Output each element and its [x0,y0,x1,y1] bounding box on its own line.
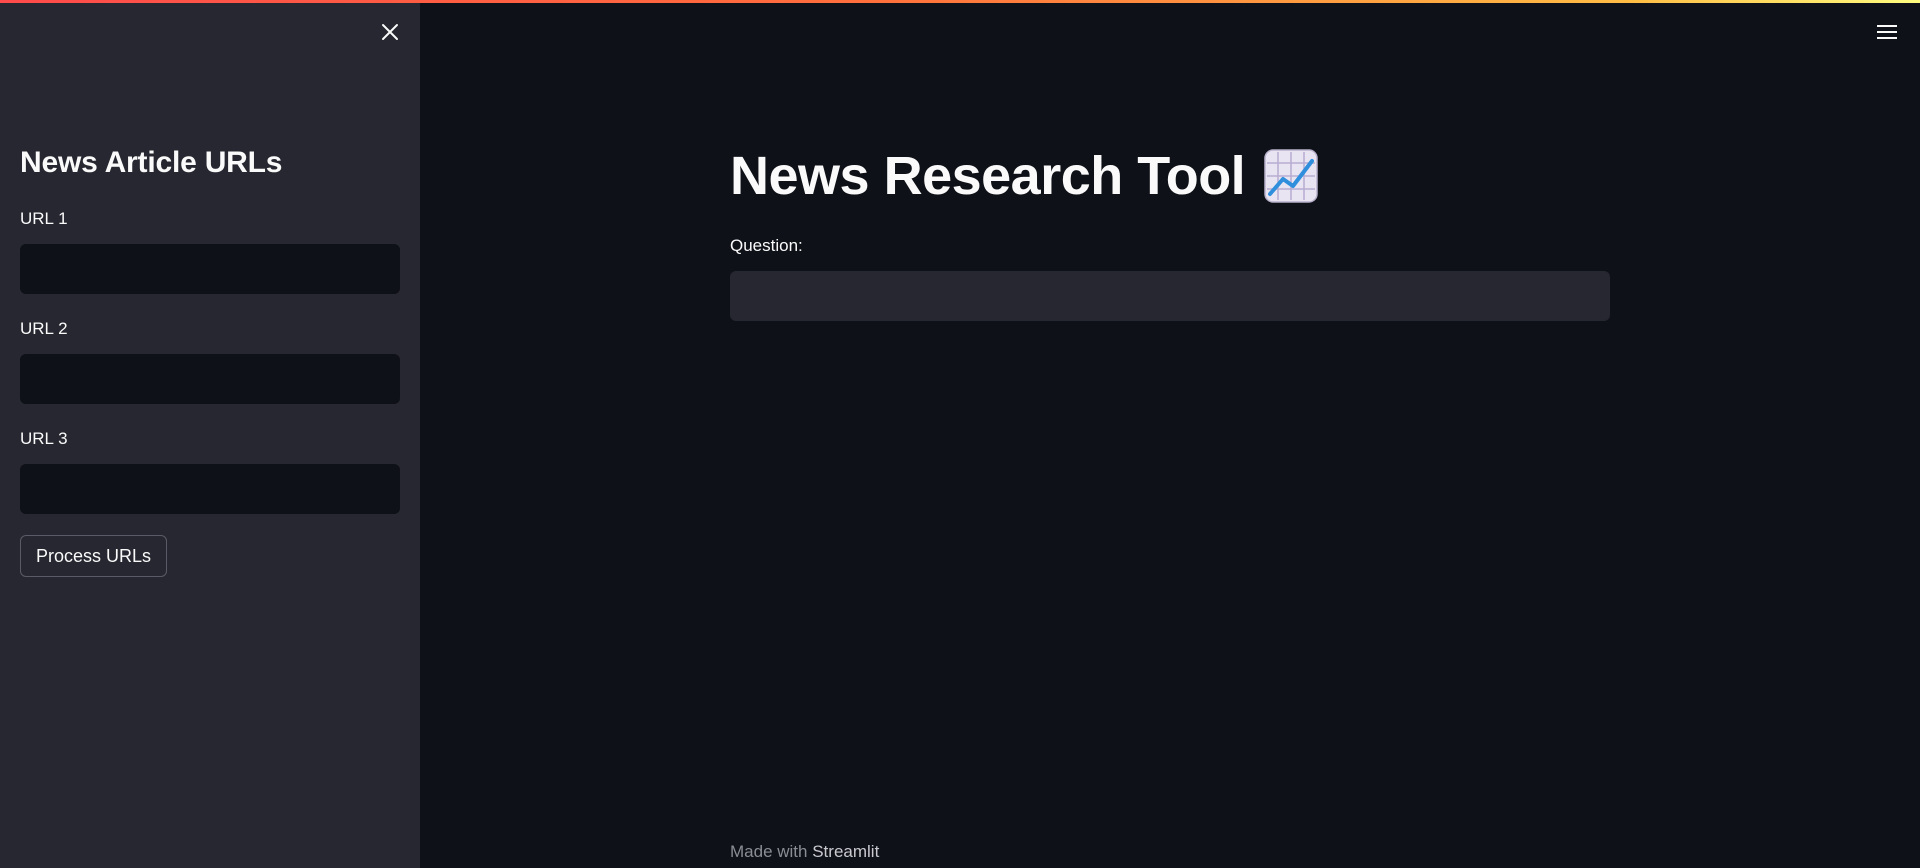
sidebar-title: News Article URLs [20,146,283,179]
streamlit-link[interactable]: Streamlit [812,842,879,861]
process-urls-button[interactable]: Process URLs [20,535,168,577]
chart-increasing-icon [1264,149,1318,203]
footer-prefix: Made with [730,842,808,861]
main-content [420,0,1920,868]
top-decoration-bar [0,0,1920,3]
footer: Made with Streamlit [730,842,879,862]
sidebar: News Article URLs URL 1 URL 2 URL 3 Proc… [0,0,420,868]
page-title-text: News Research Tool [730,146,1246,206]
url-1-input[interactable] [20,244,400,294]
question-input[interactable] [730,271,1610,321]
close-sidebar-button[interactable] [376,18,404,46]
page-title: News Research Tool [730,145,1319,207]
hamburger-menu-icon [1877,25,1897,27]
url-3-input[interactable] [20,464,400,514]
close-icon [382,24,398,40]
main-menu-button[interactable] [1874,20,1900,44]
url-3-label: URL 3 [20,429,68,448]
url-2-label: URL 2 [20,319,68,338]
question-label: Question: [730,236,803,255]
url-2-input[interactable] [20,354,400,404]
url-1-label: URL 1 [20,209,68,228]
